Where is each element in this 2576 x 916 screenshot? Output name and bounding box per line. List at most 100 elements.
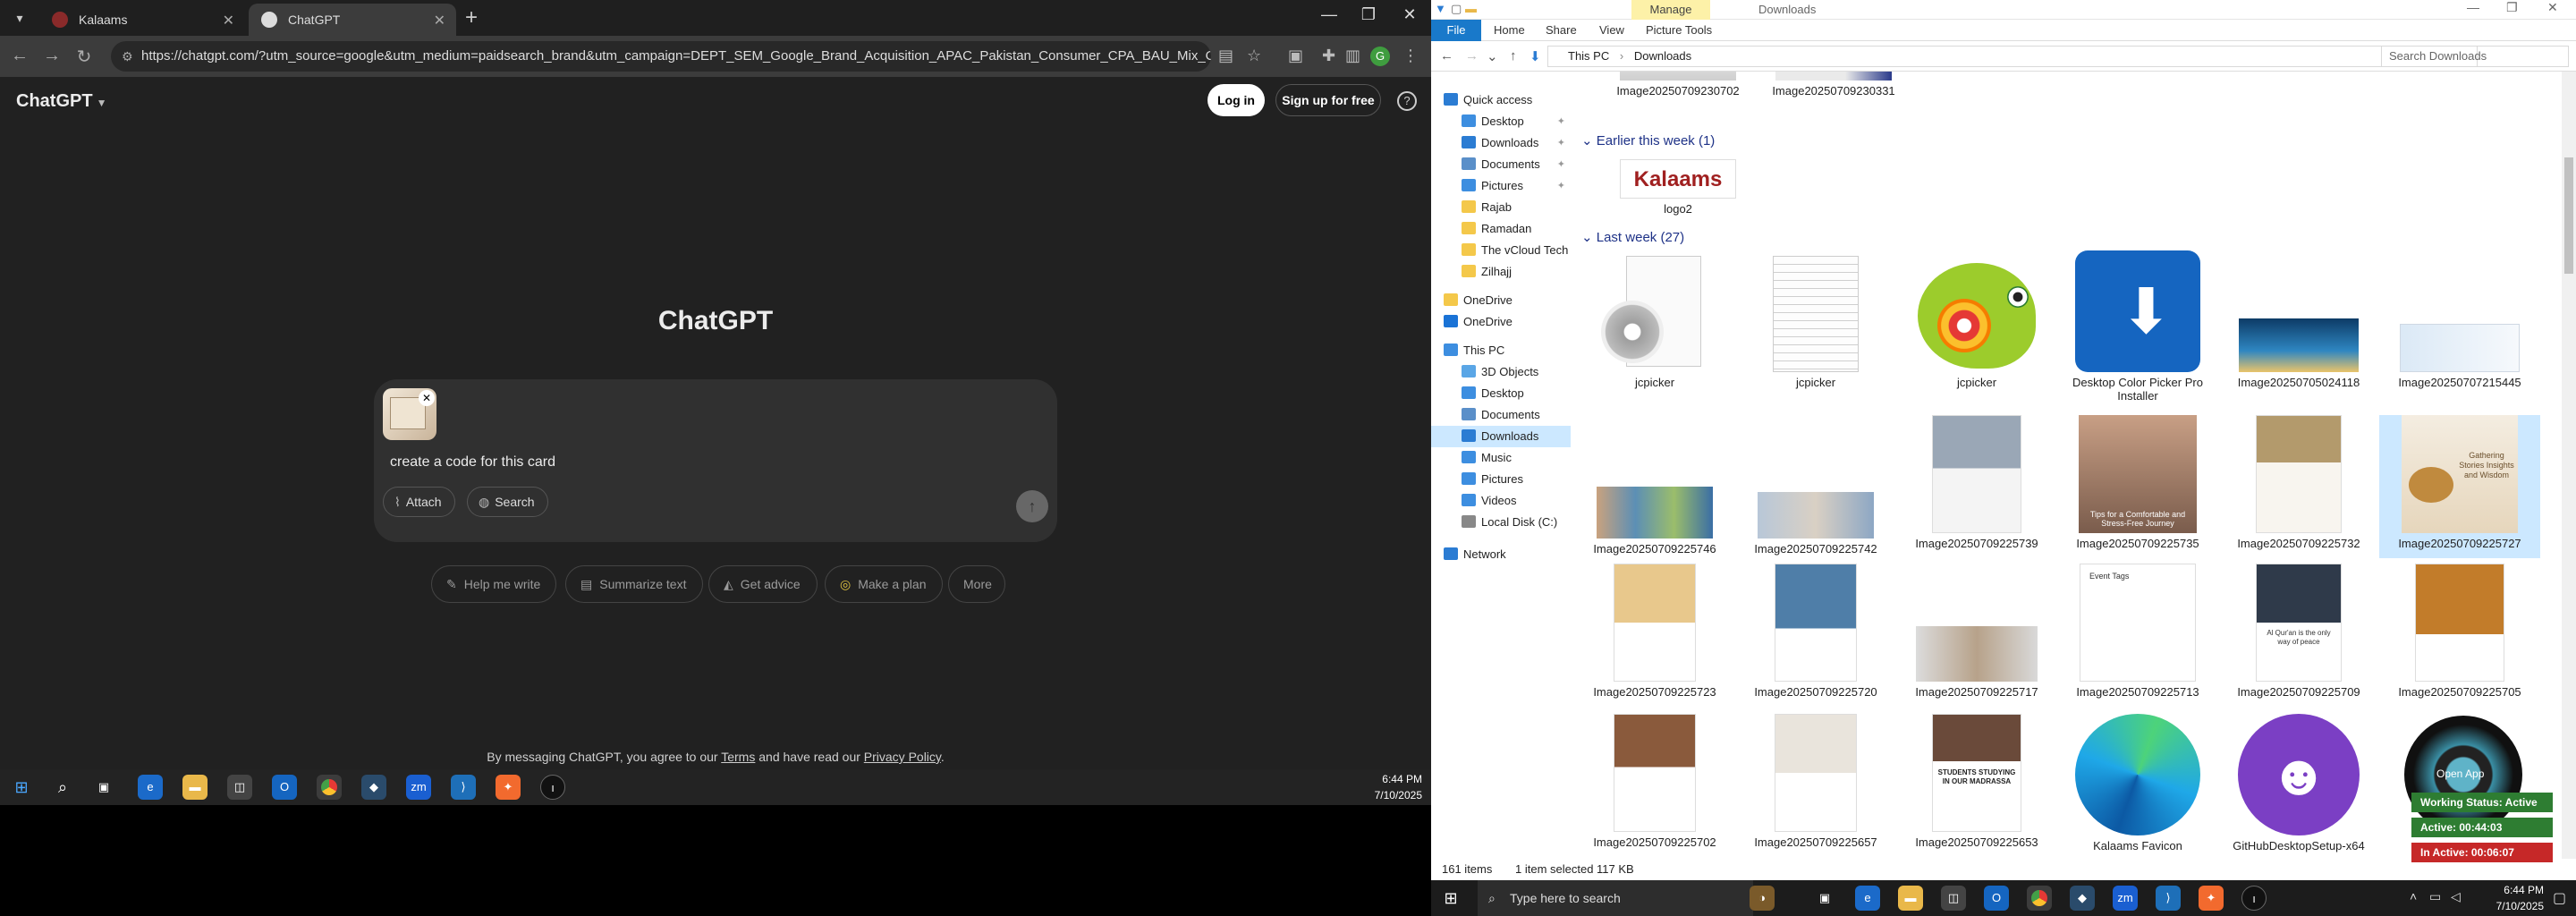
nav-item[interactable]: Documents ✦ [1431,154,1571,175]
menu-dots-icon[interactable]: ⋮ [1402,47,1419,65]
search-button[interactable]: ◍ Search [467,487,548,517]
file-item[interactable]: Kalaams Favicon [2057,714,2218,852]
login-button[interactable]: Log in [1208,84,1265,116]
tracker-icon[interactable]: ı [540,775,565,800]
nav-item[interactable]: Quick access [1431,89,1571,111]
address-bar[interactable]: ⚙ https://chatgpt.com/?utm_source=google… [111,41,1211,72]
minimize-icon[interactable]: — [1311,5,1347,24]
maximize-icon[interactable]: ❐ [2506,0,2518,15]
attach-button[interactable]: ⌇ Attach [383,487,455,517]
chip-more[interactable]: More [948,565,1005,603]
chip-summarize-text[interactable]: ▤ Summarize text [565,565,703,603]
nav-item[interactable]: Pictures [1431,469,1571,490]
file-item[interactable]: STUDENTS STUDYING IN OUR MADRASSA Image2… [1896,714,2057,849]
puzzle-icon[interactable]: ✚ [1322,47,1335,65]
chrome-icon[interactable] [2027,886,2052,911]
file-item[interactable]: Image20250709225720 [1735,564,1896,699]
file-item-selected[interactable]: Gathering Stories Insights and Wisdom Im… [2379,415,2540,558]
ribbon-file[interactable]: File [1431,20,1481,41]
file-item[interactable]: Image20250709230331 [1753,72,1914,98]
chrome-icon[interactable] [317,775,342,800]
extension-icon[interactable]: ▣ [1288,47,1303,65]
outlook-icon[interactable]: O [1984,886,2009,911]
store-icon[interactable]: ◫ [1941,886,1966,911]
nav-item[interactable]: Videos [1431,490,1571,512]
reload-icon[interactable]: ↻ [72,46,97,68]
privacy-link[interactable]: Privacy Policy [864,750,941,764]
close-window-icon[interactable]: ✕ [1392,5,1428,24]
postman-icon[interactable]: ✦ [2199,886,2224,911]
volume-icon[interactable]: ◁ [2451,889,2461,904]
pin-icon[interactable]: ✦ [1557,111,1565,132]
chip-help-me-write[interactable]: ✎ Help me write [431,565,556,603]
tab-chatgpt[interactable]: ChatGPT ✕ [249,4,456,36]
file-item[interactable]: Al Qur'an is the only way of peace Image… [2218,564,2379,699]
store-icon[interactable]: ◫ [227,775,252,800]
nav-item[interactable]: Zilhajj [1431,261,1571,283]
chip-get-advice[interactable]: ◭ Get advice [708,565,818,603]
ribbon-picture-tools[interactable]: Picture Tools [1646,23,1712,37]
minimize-icon[interactable]: — [2467,0,2479,14]
file-item[interactable]: ☻ GitHubDesktopSetup-x64 [2218,714,2379,852]
nav-item[interactable]: OneDrive [1431,311,1571,333]
nav-item[interactable]: Rajab [1431,197,1571,218]
maximize-icon[interactable]: ❐ [1351,5,1386,24]
site-info-icon[interactable]: ⚙ [122,41,133,72]
nav-item[interactable]: Music [1431,447,1571,469]
nav-item[interactable]: Network [1431,544,1571,565]
task-view-icon[interactable]: ▣ [91,775,116,800]
file-explorer-icon[interactable]: ▬ [182,775,208,800]
page-icon[interactable]: ▤ [1218,47,1233,65]
taskbar-search[interactable]: ⌕ Type here to search [1478,880,1753,916]
app-icon[interactable]: ◆ [361,775,386,800]
search-icon[interactable]: ⌕ [50,775,75,800]
vscode-icon[interactable]: ⟩ [2156,886,2181,911]
chatgpt-brand[interactable]: ChatGPT ▼ [16,91,106,112]
forward-icon[interactable]: → [1465,48,1479,64]
nav-item[interactable]: Desktop ✦ [1431,111,1571,132]
windows-start-icon[interactable]: ⊞ [1438,886,1463,911]
breadcrumb-downloads[interactable]: Downloads [1634,49,1691,63]
breadcrumb-this-pc[interactable]: This PC [1568,49,1609,63]
pin-icon[interactable]: ✦ [1557,154,1565,175]
file-item[interactable]: jcpicker [1574,256,1735,389]
file-item[interactable]: Image20250709225702 [1574,714,1735,849]
nav-item[interactable]: Local Disk (C:) [1431,512,1571,533]
file-item[interactable]: Tips for a Comfortable and Stress-Free J… [2057,415,2218,550]
file-item[interactable]: Image20250709225723 [1574,564,1735,699]
edge-icon[interactable]: e [1855,886,1880,911]
file-item[interactable]: Image20250705024118 [2218,256,2379,389]
back-icon[interactable]: ← [7,46,32,66]
close-window-icon[interactable]: ✕ [2547,0,2558,15]
nav-item[interactable]: Downloads [1431,426,1571,447]
bookmark-star-icon[interactable]: ☆ [1247,47,1261,65]
new-tab-icon[interactable]: + [465,5,478,30]
close-tab-icon[interactable]: ✕ [223,12,234,30]
remove-attachment-icon[interactable]: ✕ [419,390,435,406]
file-item[interactable]: jcpicker [1735,256,1896,389]
pin-icon[interactable]: ✦ [1557,175,1565,197]
tab-search-icon[interactable]: ▾ [9,7,30,29]
file-explorer-icon[interactable]: ▬ [1898,886,1923,911]
notification-icon[interactable]: ▢ [2553,889,2566,907]
file-item[interactable]: Image20250709225657 [1735,714,1896,849]
recent-chevron-icon[interactable]: ⌄ [1487,48,1498,64]
file-item[interactable]: ⬇ Desktop Color Picker Pro Installer [2057,250,2218,403]
profile-avatar[interactable]: G [1370,47,1390,66]
task-view-icon[interactable]: ▣ [1812,886,1837,911]
chip-make-a-plan[interactable]: ◎ Make a plan [825,565,943,603]
file-item[interactable]: Image20250709225742 [1735,415,1896,556]
file-item[interactable]: Image20250709225705 [2379,564,2540,699]
open-app-button[interactable]: Open App [2436,768,2484,780]
nav-item[interactable]: This PC [1431,340,1571,361]
ribbon-home[interactable]: Home [1494,23,1525,37]
help-icon[interactable]: ? [1397,91,1417,111]
sidebar-icon[interactable]: ▥ [1345,47,1360,65]
zoom-icon[interactable]: zm [406,775,431,800]
search-input[interactable]: Search Downloads [2381,46,2569,67]
nav-item[interactable]: Documents [1431,404,1571,426]
nav-item[interactable]: Ramadan [1431,218,1571,240]
file-item[interactable]: Event Tags Image20250709225713 [2057,564,2218,699]
tab-kalaams[interactable]: Kalaams ✕ [39,4,245,36]
properties-icon[interactable]: ▢ [1451,2,1462,16]
